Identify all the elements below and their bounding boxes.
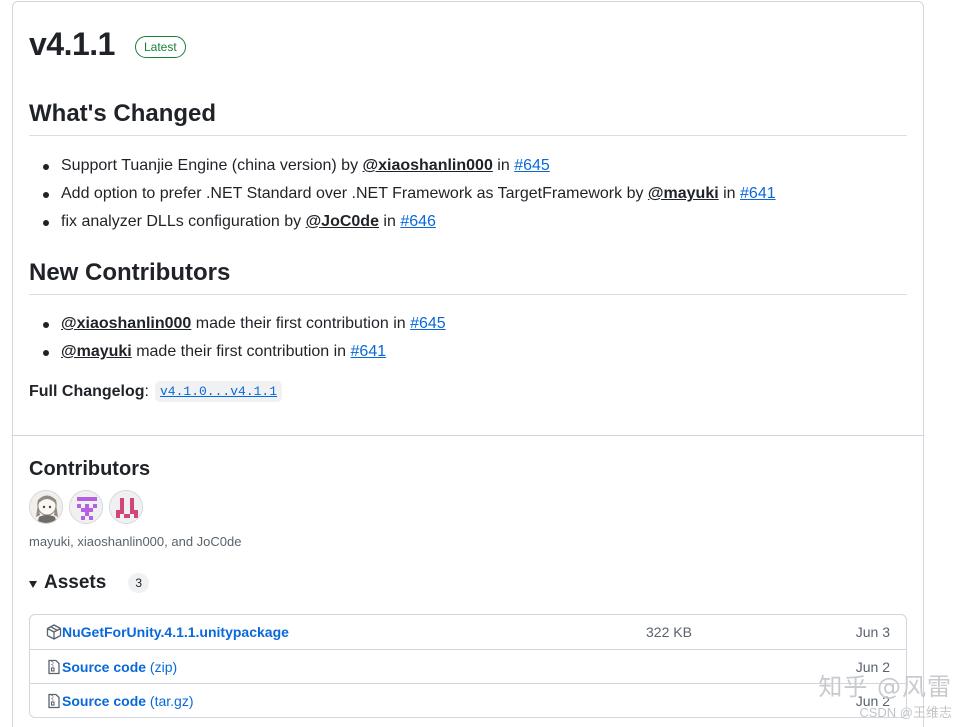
new-contributors-heading: New Contributors bbox=[29, 259, 907, 295]
release-footer: Contributors mayuki, xiaoshanlin000, and… bbox=[13, 435, 923, 727]
in-text: in bbox=[492, 157, 515, 174]
asset-suffix: (tar.gz) bbox=[146, 693, 194, 709]
change-item: Add option to prefer .NET Standard over … bbox=[29, 180, 776, 208]
caret-down-icon bbox=[29, 580, 37, 588]
asset-name: Source code bbox=[62, 693, 147, 709]
asset-size: 322 KB bbox=[646, 624, 692, 640]
assets-title: Assets bbox=[44, 572, 107, 593]
change-text: Add option to prefer .NET Standard over … bbox=[61, 185, 648, 202]
asset-row: Source code (tar.gz) Jun 2 bbox=[30, 683, 906, 717]
pr-link[interactable]: #646 bbox=[400, 213, 436, 230]
user-link[interactable]: @xiaoshanlin000 bbox=[61, 315, 191, 332]
user-link[interactable]: @JoC0de bbox=[306, 213, 379, 230]
changelog-colon: : bbox=[144, 382, 149, 400]
changelog-label: Full Changelog bbox=[29, 382, 145, 400]
contributor-names: mayuki, xiaoshanlin000, and JoC0de bbox=[29, 534, 242, 549]
asset-suffix: (zip) bbox=[146, 659, 178, 675]
assets-list: NuGetForUnity.4.1.1.unitypackage 322 KB … bbox=[29, 614, 907, 718]
change-item: Support Tuanjie Engine (china version) b… bbox=[29, 152, 776, 180]
pr-link[interactable]: #641 bbox=[740, 185, 776, 202]
contribution-text: made their first contribution in bbox=[131, 343, 351, 360]
asset-row: Source code (zip) Jun 2 bbox=[30, 649, 906, 683]
changelog-compare-link[interactable]: v4.1.0...v4.1.1 bbox=[155, 381, 283, 402]
in-text: in bbox=[378, 213, 401, 230]
release-version[interactable]: v4.1.1 bbox=[29, 26, 115, 63]
release-card: v4.1.1 Latest What's Changed Support Tua… bbox=[12, 1, 924, 727]
asset-date: Jun 3 bbox=[855, 624, 890, 640]
pr-link[interactable]: #641 bbox=[351, 343, 387, 360]
asset-row: NuGetForUnity.4.1.1.unitypackage 322 KB … bbox=[30, 615, 906, 649]
file-zip-icon bbox=[46, 693, 62, 709]
full-changelog: Full Changelog: v4.1.0...v4.1.1 bbox=[29, 381, 283, 402]
contribution-text: made their first contribution in bbox=[191, 315, 411, 332]
contributors-title: Contributors bbox=[29, 458, 151, 480]
asset-date: Jun 2 bbox=[855, 693, 890, 709]
anime-avatar-icon[interactable] bbox=[29, 490, 63, 524]
contributor-item: @mayuki made their first contribution in… bbox=[29, 338, 446, 366]
assets-toggle[interactable]: Assets 3 bbox=[29, 572, 150, 594]
contributor-avatars bbox=[29, 490, 143, 524]
assets-count-badge: 3 bbox=[128, 573, 150, 593]
whats-changed-heading: What's Changed bbox=[29, 100, 907, 136]
asset-link[interactable]: Source code (tar.gz) bbox=[62, 693, 194, 709]
change-item: fix analyzer DLLs configuration by @JoC0… bbox=[29, 208, 776, 236]
user-link[interactable]: @mayuki bbox=[648, 185, 719, 202]
asset-link[interactable]: Source code (zip) bbox=[62, 659, 177, 675]
pr-link[interactable]: #645 bbox=[410, 315, 446, 332]
in-text: in bbox=[718, 185, 741, 202]
identicon-pink-icon[interactable] bbox=[109, 490, 143, 524]
file-zip-icon bbox=[46, 659, 62, 675]
whats-changed-list: Support Tuanjie Engine (china version) b… bbox=[29, 152, 776, 236]
asset-date: Jun 2 bbox=[855, 659, 890, 675]
identicon-purple-icon[interactable] bbox=[69, 490, 103, 524]
change-text: fix analyzer DLLs configuration by bbox=[61, 213, 306, 230]
asset-link[interactable]: NuGetForUnity.4.1.1.unitypackage bbox=[62, 624, 289, 640]
asset-name: Source code bbox=[62, 659, 147, 675]
new-contributors-list: @xiaoshanlin000 made their first contrib… bbox=[29, 310, 446, 366]
contributor-item: @xiaoshanlin000 made their first contrib… bbox=[29, 310, 446, 338]
user-link[interactable]: @mayuki bbox=[61, 343, 132, 360]
change-text: Support Tuanjie Engine (china version) b… bbox=[61, 157, 363, 174]
asset-name: NuGetForUnity.4.1.1.unitypackage bbox=[62, 624, 289, 640]
package-icon bbox=[46, 624, 62, 640]
latest-badge: Latest bbox=[134, 35, 186, 58]
release-title-row: v4.1.1 Latest bbox=[29, 26, 186, 63]
user-link[interactable]: @xiaoshanlin000 bbox=[363, 157, 493, 174]
pr-link[interactable]: #645 bbox=[514, 157, 550, 174]
